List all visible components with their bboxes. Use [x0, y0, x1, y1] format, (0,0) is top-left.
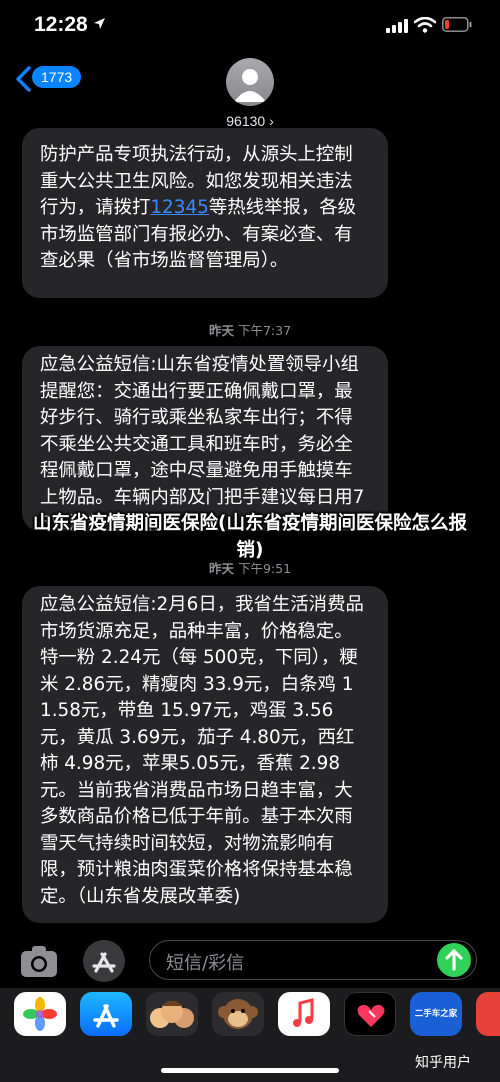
- app-store-icon[interactable]: [80, 992, 132, 1036]
- phone-link[interactable]: 12345: [150, 197, 209, 218]
- message-bubble[interactable]: 应急公益短信:山东省疫情处置领导小组提醒您：交通出行要正确佩戴口罩，最好步行、骑…: [22, 346, 388, 534]
- home-indicator[interactable]: [161, 1068, 339, 1073]
- wifi-icon: [414, 17, 436, 33]
- message-text: 应急公益短信:2月6日，我省生活消费品市场货源充足，品种丰富，价格稳定。特一粉 …: [40, 594, 364, 907]
- overlay-title: 山东省疫情期间医保险(山东省疫情期间医保险怎么报销): [33, 513, 467, 561]
- message-input-placeholder: 短信/彩信: [166, 953, 245, 974]
- secondhand-app-icon[interactable]: 二手车之家: [410, 992, 462, 1036]
- red-app-icon[interactable]: [476, 992, 500, 1036]
- photos-icon[interactable]: [14, 992, 66, 1036]
- send-button[interactable]: [437, 943, 471, 977]
- status-time: 12:28: [34, 13, 88, 36]
- battery-icon: [442, 17, 472, 32]
- chevron-left-icon[interactable]: [14, 65, 34, 93]
- cellular-signal-icon: [386, 19, 408, 33]
- camera-icon[interactable]: [19, 942, 59, 980]
- unread-count-badge[interactable]: 1773: [32, 66, 82, 88]
- watermark: 知乎用户: [415, 1055, 471, 1071]
- message-bubble[interactable]: 防护产品专项执法行动，从源头上控制重大公共卫生风险。如您发现相关违法行为，请拨打…: [22, 128, 388, 298]
- secondhand-app-label: 二手车之家: [414, 1009, 458, 1019]
- app-store-icon: [92, 952, 116, 973]
- timestamp: 昨天 下午7:37: [0, 320, 500, 339]
- timestamp-day: 昨天: [208, 323, 234, 338]
- message-text: 应急公益短信:山东省疫情处置领导小组提醒您：交通出行要正确佩戴口罩，最好步行、骑…: [40, 354, 365, 534]
- heart-app-icon[interactable]: [344, 992, 396, 1036]
- music-icon[interactable]: [278, 992, 330, 1036]
- location-arrow-icon: [93, 17, 106, 34]
- animoji-monkey-icon[interactable]: [212, 992, 264, 1036]
- contact-avatar[interactable]: [226, 58, 274, 106]
- app-store-button[interactable]: [83, 940, 125, 982]
- timestamp-time: 下午7:37: [237, 323, 292, 338]
- person-icon: [234, 69, 266, 102]
- contact-name[interactable]: 96130 ›: [0, 113, 500, 129]
- send-arrow-icon: [445, 949, 463, 971]
- status-bar: 12:28: [0, 0, 500, 56]
- memoji-icon[interactable]: [146, 992, 198, 1036]
- message-bubble[interactable]: 应急公益短信:2月6日，我省生活消费品市场货源充足，品种丰富，价格稳定。特一粉 …: [22, 586, 388, 923]
